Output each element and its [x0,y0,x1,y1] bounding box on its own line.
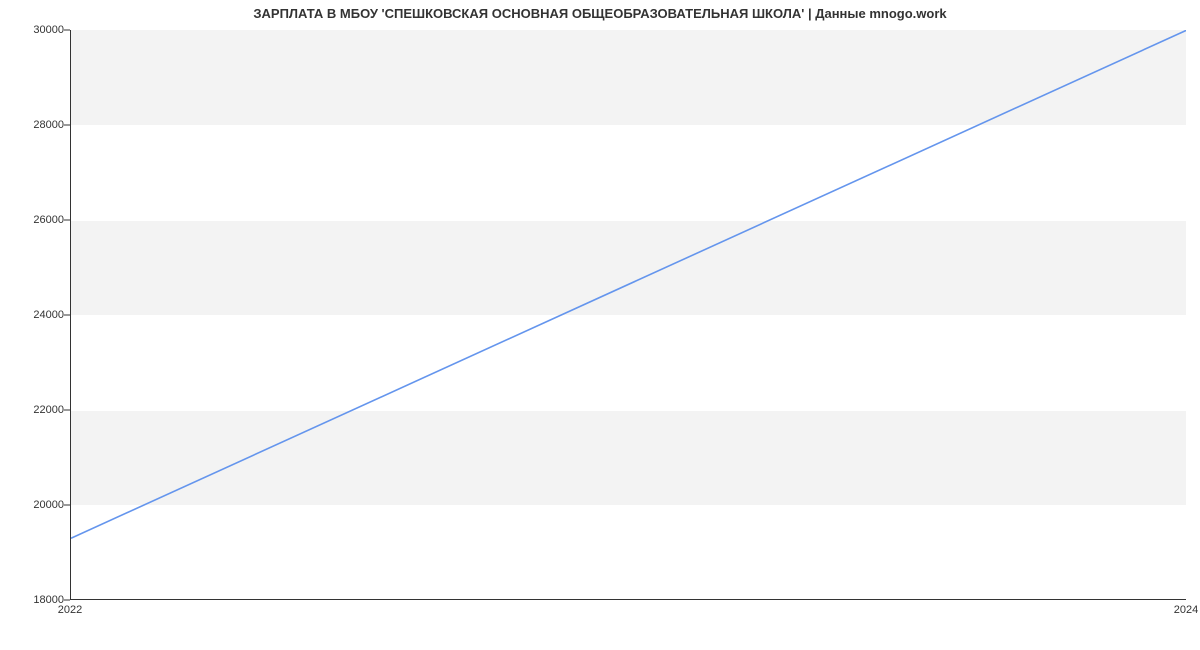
chart-container: ЗАРПЛАТА В МБОУ 'СПЕШКОВСКАЯ ОСНОВНАЯ ОБ… [0,0,1200,650]
y-tick-label: 28000 [8,119,64,131]
plot-area [70,30,1186,600]
x-tick-label: 2022 [58,604,82,616]
y-tick-label: 24000 [8,309,64,321]
chart-title: ЗАРПЛАТА В МБОУ 'СПЕШКОВСКАЯ ОСНОВНАЯ ОБ… [0,6,1200,21]
data-line [71,30,1186,600]
y-tick-label: 30000 [8,24,64,36]
y-tick-label: 20000 [8,499,64,511]
y-tick-label: 18000 [8,594,64,606]
x-tick-label: 2024 [1174,604,1198,616]
y-tick-label: 26000 [8,214,64,226]
y-tick-label: 22000 [8,404,64,416]
